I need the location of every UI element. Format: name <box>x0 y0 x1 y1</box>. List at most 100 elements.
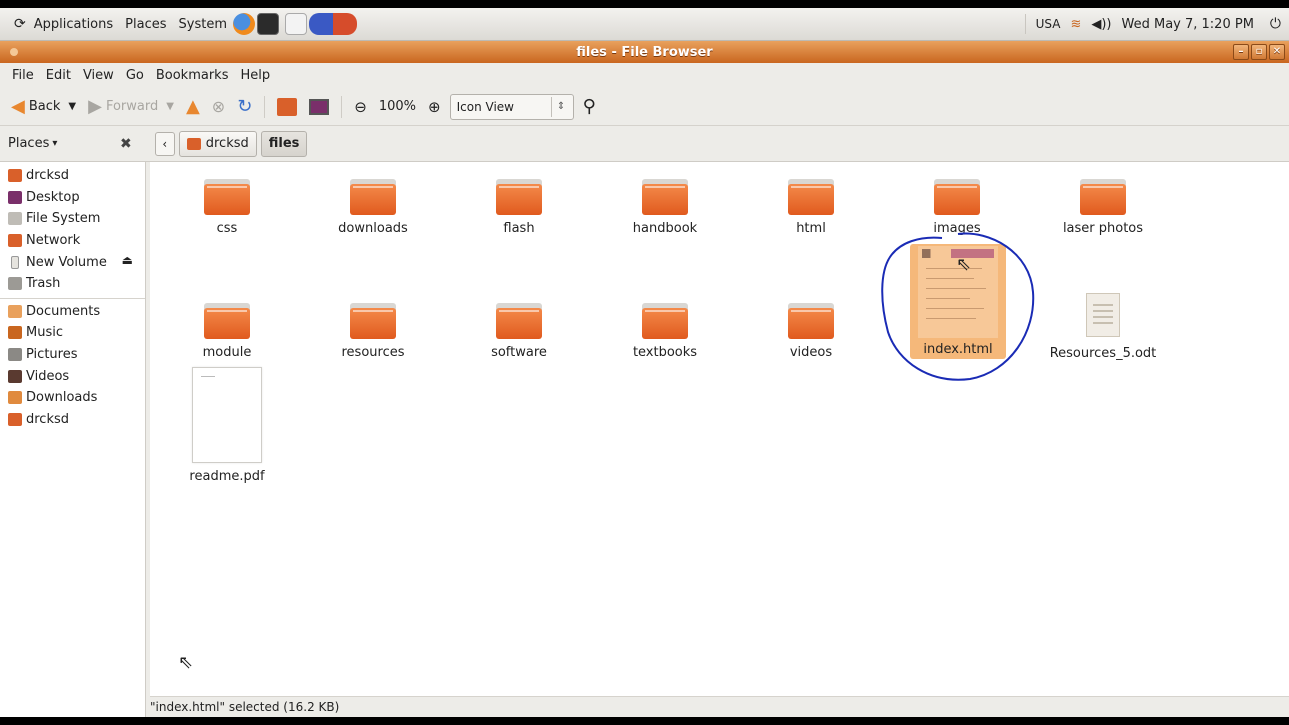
firefox-icon[interactable] <box>232 13 255 35</box>
folder-item[interactable]: flash <box>459 179 579 236</box>
eject-icon[interactable]: ⏏ <box>122 253 133 267</box>
sidebar-item-label: Desktop <box>26 189 80 205</box>
close-sidepane-icon[interactable]: ✖ <box>120 136 132 152</box>
menu-file[interactable]: File <box>6 68 40 83</box>
places-menu[interactable]: Places <box>119 17 172 32</box>
folder-item[interactable]: videos <box>751 303 871 360</box>
menu-go[interactable]: Go <box>120 68 150 83</box>
sidebar-item-network[interactable]: Network <box>0 230 145 252</box>
sidebar-item-filesystem[interactable]: File System <box>0 208 145 230</box>
sidebar-item-home-bookmark[interactable]: drcksd <box>0 409 145 431</box>
maximize-button[interactable]: ▫ <box>1251 44 1267 60</box>
updown-arrows-icon: ⇕ <box>550 96 571 117</box>
folder-item[interactable]: handbook <box>605 179 725 236</box>
close-button[interactable]: ✕ <box>1269 44 1285 60</box>
folder-item[interactable]: resources <box>313 303 433 360</box>
breadcrumb-scroll-left-button[interactable]: ‹ <box>154 131 175 156</box>
folder-item[interactable]: css <box>167 179 287 236</box>
network-wifi-icon[interactable]: ≋ <box>1070 17 1081 32</box>
file-label: html <box>796 221 826 236</box>
places-sidebar: drcksd Desktop File System Network New V… <box>0 162 146 717</box>
folder-item[interactable]: images <box>897 179 1017 236</box>
usb-drive-icon <box>11 255 19 269</box>
folder-icon <box>350 179 396 215</box>
keyboard-layout-indicator[interactable]: USA <box>1036 17 1061 31</box>
power-icon[interactable]: ⏻ <box>1270 16 1281 32</box>
text-editor-icon[interactable] <box>284 13 307 35</box>
up-arrow-icon: ▲ <box>185 96 200 117</box>
sidebar-item-desktop[interactable]: Desktop <box>0 187 145 209</box>
zoom-out-button[interactable]: ⊖ <box>351 96 370 118</box>
sidebar-item-videos[interactable]: Videos <box>0 365 145 387</box>
toolbar-separator <box>341 95 343 118</box>
file-item[interactable]: Resources_5.odt <box>1043 293 1163 361</box>
back-button[interactable]: ◀ Back ▼ <box>8 94 79 119</box>
sidepane-selector[interactable]: Places ▾ <box>8 136 78 151</box>
menu-edit[interactable]: Edit <box>40 68 77 83</box>
sidebar-item-pictures[interactable]: Pictures <box>0 344 145 366</box>
sidebar-item-label: drcksd <box>26 168 70 184</box>
chevron-down-icon[interactable]: ▼ <box>68 101 76 112</box>
sidebar-item-downloads[interactable]: Downloads <box>0 387 145 409</box>
search-button[interactable]: ⚲ <box>580 94 599 119</box>
folder-item[interactable]: html <box>751 179 871 236</box>
zoom-level: 100% <box>378 99 417 114</box>
folder-item[interactable]: downloads <box>313 179 433 236</box>
folder-icon <box>934 179 980 215</box>
stop-button[interactable]: ⊗ <box>209 95 228 118</box>
file-label: css <box>216 221 238 236</box>
system-menu[interactable]: System <box>173 17 233 32</box>
window-menu-icon[interactable] <box>10 48 18 56</box>
minimize-button[interactable]: – <box>1233 44 1249 60</box>
folder-item[interactable]: software <box>459 303 579 360</box>
folder-icon <box>496 179 542 215</box>
vcd-dvd-icon[interactable] <box>308 13 357 35</box>
folder-icon <box>642 303 688 339</box>
folder-item[interactable]: textbooks <box>605 303 725 360</box>
ubuntu-logo-icon[interactable]: ⟳ <box>0 16 32 32</box>
clock[interactable]: Wed May 7, 1:20 PM <box>1122 17 1254 32</box>
applications-menu[interactable]: Applications <box>32 17 119 32</box>
menu-view[interactable]: View <box>77 68 120 83</box>
view-mode-select[interactable]: Icon View ⇕ <box>449 93 574 120</box>
sidebar-item-trash[interactable]: Trash <box>0 273 145 295</box>
volume-icon[interactable]: ◀)) <box>1091 17 1111 32</box>
file-label: laser photos <box>1062 221 1144 236</box>
terminal-icon[interactable] <box>256 13 279 35</box>
sidebar-item-home[interactable]: drcksd <box>0 165 145 187</box>
folder-icon <box>1080 179 1126 215</box>
window-titlebar[interactable]: files - File Browser – ▫ ✕ <box>0 41 1289 63</box>
breadcrumb-home[interactable]: drcksd <box>178 130 257 157</box>
forward-button[interactable]: ▶ Forward ▼ <box>85 94 177 119</box>
desktop-icon <box>8 190 22 204</box>
sidebar-item-new-volume[interactable]: New Volume ⏏ <box>0 251 145 273</box>
file-label: handbook <box>632 221 698 236</box>
up-button[interactable]: ▲ <box>183 94 203 119</box>
folder-icon <box>788 303 834 339</box>
home-button[interactable] <box>274 96 300 118</box>
sidebar-item-music[interactable]: Music <box>0 322 145 344</box>
folder-item[interactable]: module <box>167 303 287 360</box>
sidebar-item-label: Videos <box>26 368 70 384</box>
sidebar-item-documents[interactable]: Documents <box>0 301 145 323</box>
folder-item[interactable]: laser photos <box>1043 179 1163 236</box>
icon-view[interactable]: css downloads flash handbook html images… <box>150 162 1289 696</box>
computer-button[interactable] <box>306 97 332 117</box>
status-text: "index.html" selected (16.2 KB) <box>150 700 340 714</box>
forward-arrow-icon: ▶ <box>88 96 102 117</box>
file-label: readme.pdf <box>189 469 265 484</box>
reload-button[interactable]: ↻ <box>234 94 255 119</box>
chevron-down-icon[interactable]: ▼ <box>166 101 174 112</box>
view-mode-value: Icon View <box>456 99 514 114</box>
breadcrumb-files[interactable]: files <box>260 130 308 157</box>
location-bar: Places ▾ ✖ ‹ drcksd files <box>0 126 1289 162</box>
mouse-pointer-icon: ⇖ <box>178 652 194 673</box>
sidebar-item-label: Pictures <box>26 347 78 363</box>
home-folder-icon <box>186 137 201 150</box>
chevron-down-icon: ▾ <box>52 138 58 149</box>
menu-bookmarks[interactable]: Bookmarks <box>150 68 235 83</box>
menu-help[interactable]: Help <box>234 68 276 83</box>
zoom-in-button[interactable]: ⊕ <box>425 96 444 118</box>
file-item[interactable]: readme.pdf <box>167 367 287 484</box>
folder-icon <box>642 179 688 215</box>
